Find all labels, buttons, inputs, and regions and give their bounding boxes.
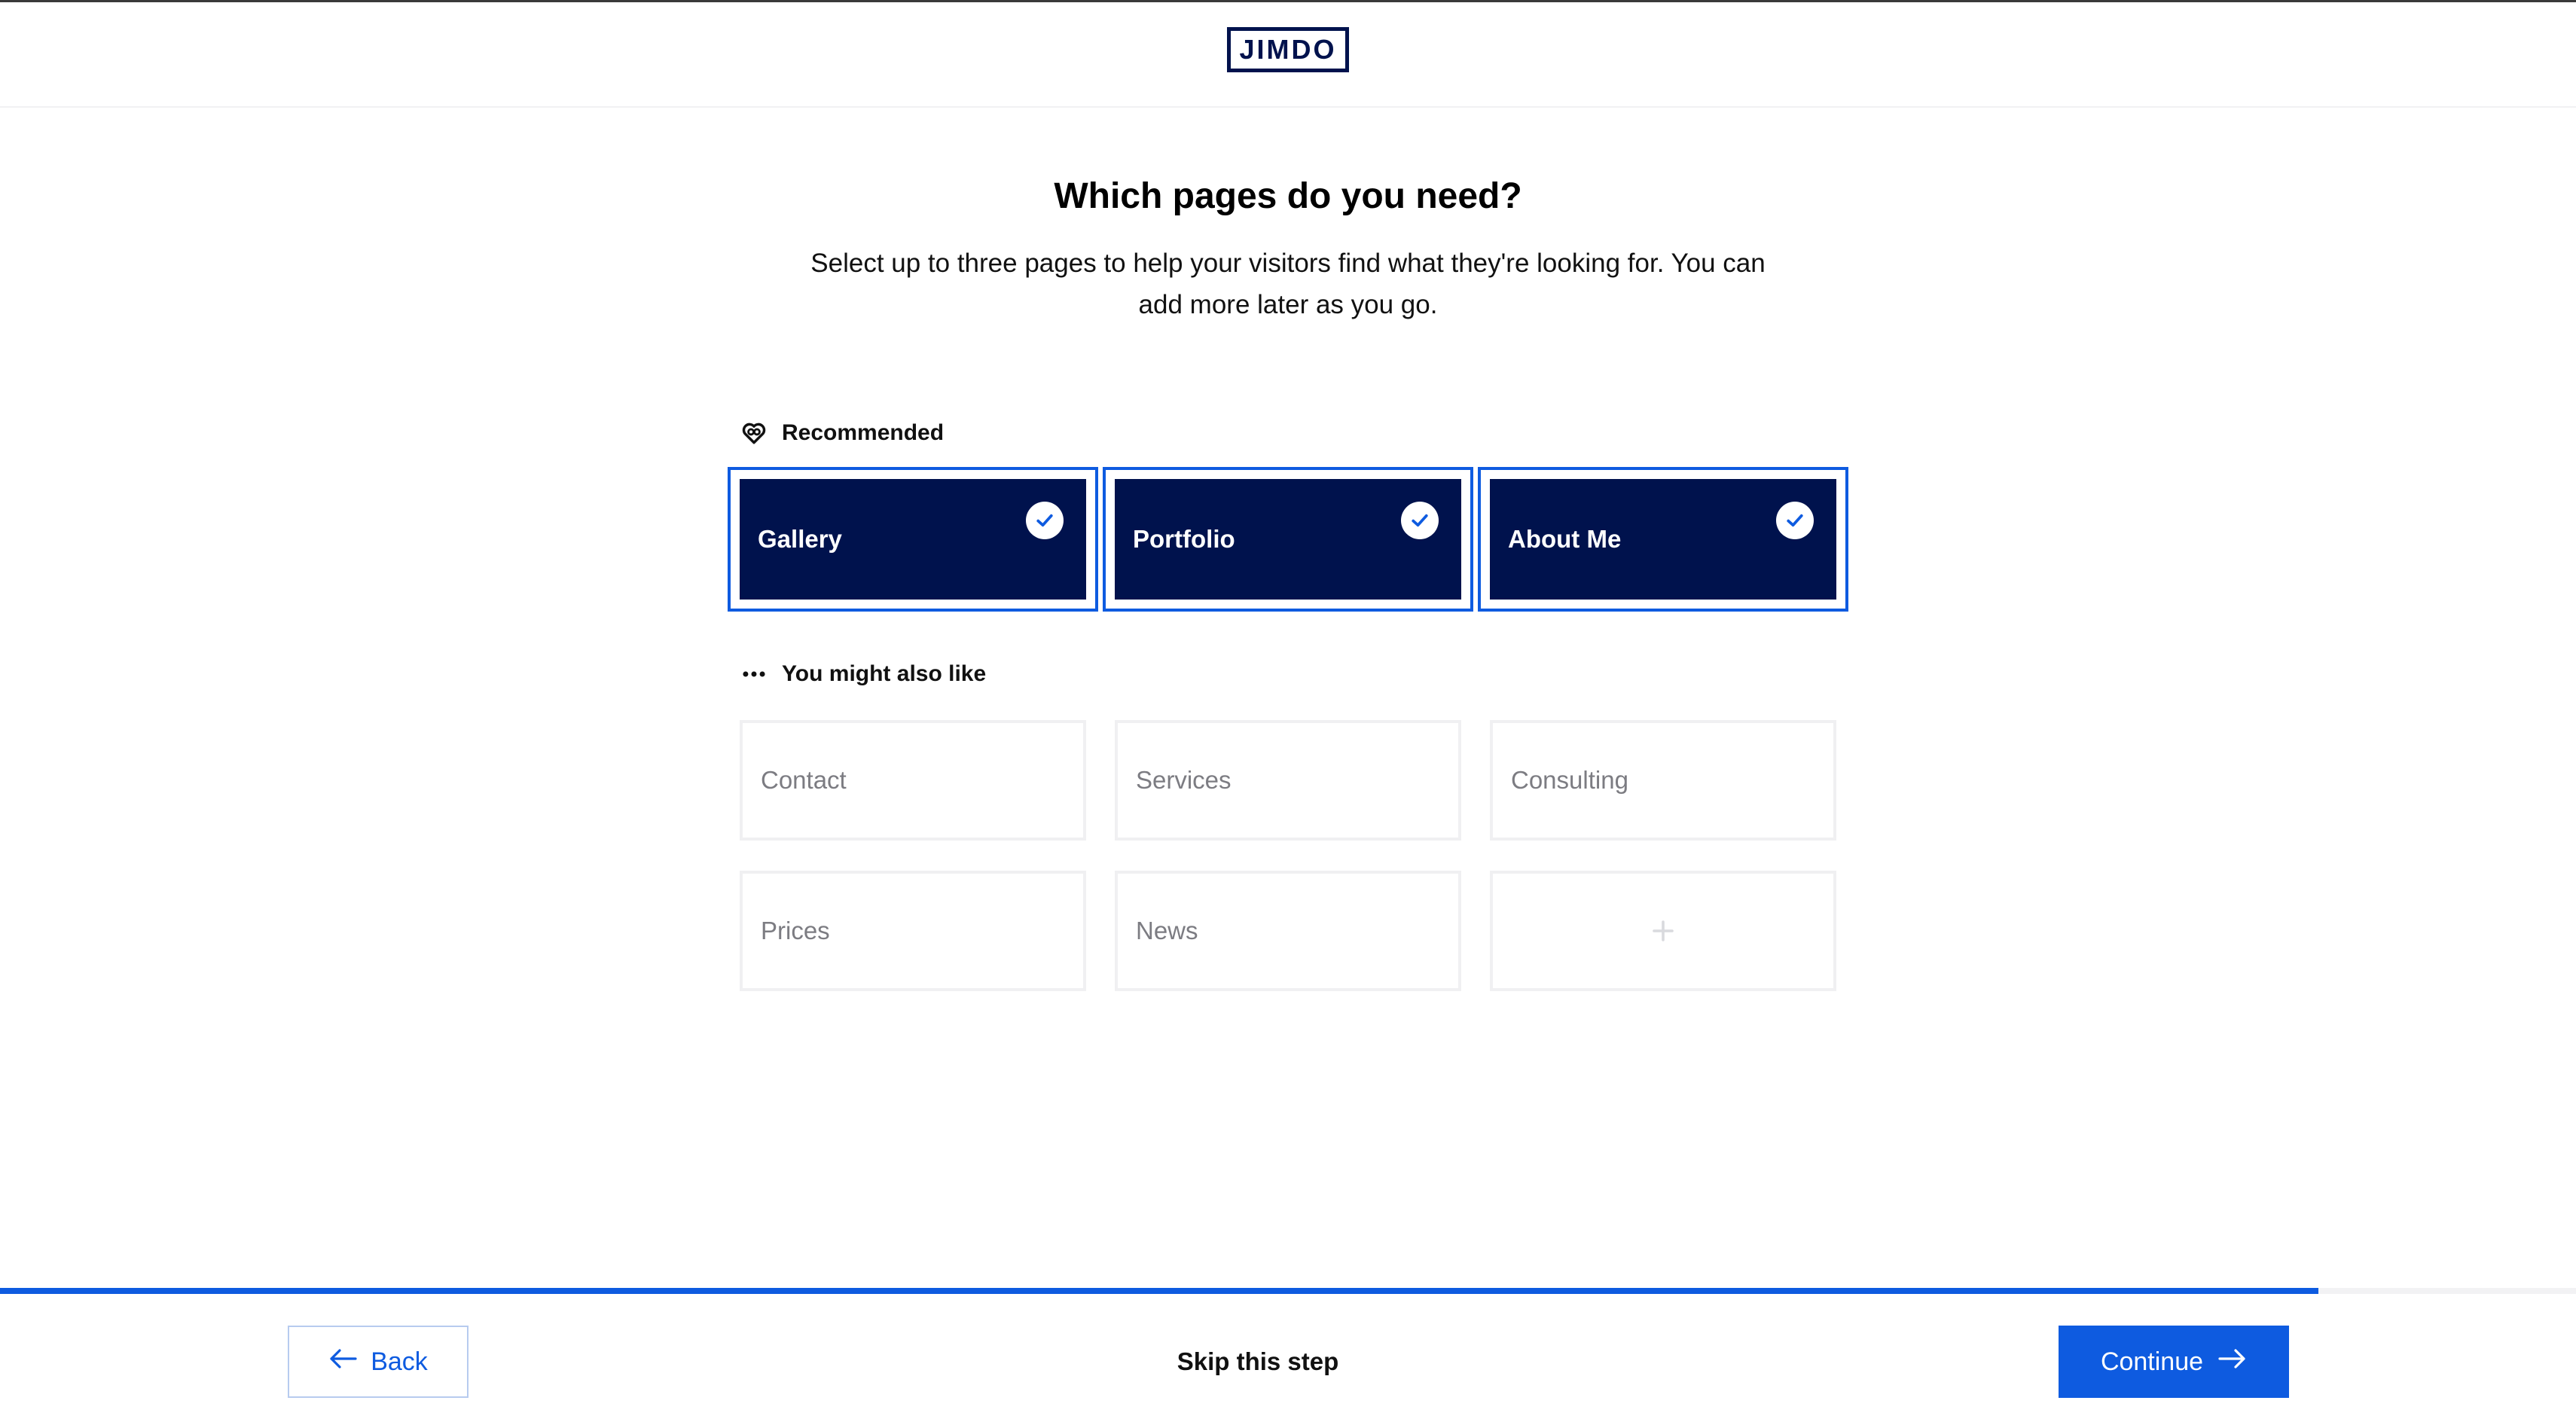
checkmark-icon xyxy=(1776,502,1814,539)
checkmark-icon xyxy=(1026,502,1064,539)
page-card-consulting[interactable]: Consulting xyxy=(1490,720,1836,841)
page-card-label: Gallery xyxy=(758,525,842,553)
page-card-portfolio[interactable]: Portfolio xyxy=(1103,467,1473,612)
page-card-prices[interactable]: Prices xyxy=(740,871,1086,991)
page-title: Which pages do you need? xyxy=(1054,176,1522,216)
header: JIMDO xyxy=(0,2,2576,108)
page-card-news[interactable]: News xyxy=(1115,871,1461,991)
page-card-label: Prices xyxy=(761,917,830,944)
page-card-label: Consulting xyxy=(1511,766,1628,794)
subtitle-line-2: add more later as you go. xyxy=(1138,290,1438,319)
page-subtitle: Select up to three pages to help your vi… xyxy=(753,243,1823,325)
also-like-label: You might also like xyxy=(740,660,986,688)
plus-icon xyxy=(1511,917,1833,944)
page-card-label: About Me xyxy=(1508,525,1622,553)
continue-button-label: Continue xyxy=(2100,1347,2204,1376)
page-card-label: Portfolio xyxy=(1133,525,1235,553)
progress-bar xyxy=(0,1288,2576,1294)
checkmark-icon xyxy=(1401,502,1439,539)
add-page-card[interactable] xyxy=(1490,871,1836,991)
recommended-label: Recommended xyxy=(740,419,944,447)
page-card-gallery[interactable]: Gallery xyxy=(728,467,1098,612)
page-card-label: Contact xyxy=(761,766,847,794)
page-card-about-me[interactable]: About Me xyxy=(1478,467,1848,612)
page-card-label: Services xyxy=(1136,766,1232,794)
arrow-right-icon xyxy=(2218,1347,2247,1377)
progress-bar-fill xyxy=(0,1288,2318,1294)
recommended-label-text: Recommended xyxy=(782,420,945,445)
jimdo-logo[interactable]: JIMDO xyxy=(1227,27,1349,72)
also-like-label-text: You might also like xyxy=(782,661,987,686)
more-dots-icon xyxy=(740,660,768,688)
subtitle-line-1: Select up to three pages to help your vi… xyxy=(810,249,1766,278)
continue-button[interactable]: Continue xyxy=(2059,1326,2289,1398)
page-card-services[interactable]: Services xyxy=(1115,720,1461,841)
heart-icon xyxy=(740,419,768,447)
page-card-contact[interactable]: Contact xyxy=(740,720,1086,841)
page-card-label: News xyxy=(1136,917,1198,944)
